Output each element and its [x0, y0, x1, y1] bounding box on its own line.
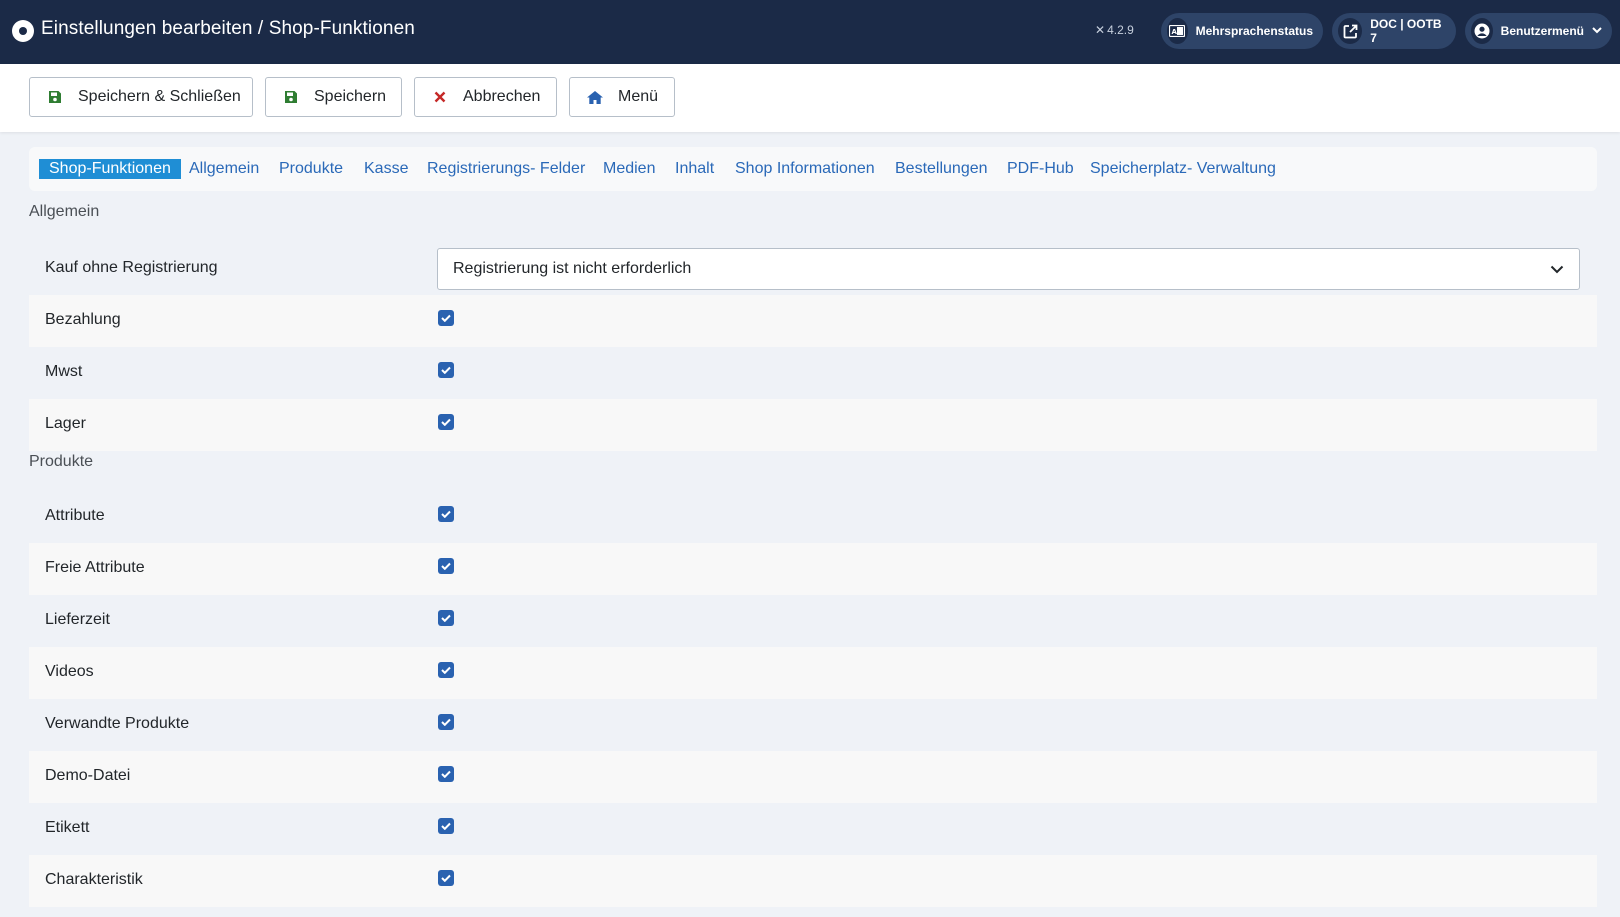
field-row: Lager [29, 399, 1597, 451]
chevron-down-icon [1592, 25, 1602, 37]
checkbox-checked[interactable] [438, 414, 454, 430]
field-label: Freie Attribute [45, 559, 145, 576]
section-title-products: Produkte [29, 453, 94, 470]
checkbox-checked[interactable] [438, 818, 454, 834]
doc-site-button[interactable]: DOC | OOTB 7 [1332, 13, 1456, 49]
field-label: Lieferzeit [45, 611, 110, 628]
save-icon [282, 90, 300, 104]
checkbox-checked[interactable] [438, 610, 454, 626]
tab-media[interactable]: Medien [603, 159, 655, 179]
user-menu-button[interactable]: Benutzermenü [1465, 13, 1612, 49]
joomla-icon: ✕ [1095, 23, 1106, 37]
chevron-down-icon [1535, 249, 1579, 289]
version-text: 4.2.9 [1107, 23, 1134, 37]
tab-storage-management[interactable]: Speicherplatz- Verwaltung [1090, 159, 1276, 179]
checkbox-checked[interactable] [438, 362, 454, 378]
purchase-without-registration-select[interactable]: Registrierung ist nicht erforderlich [437, 248, 1580, 290]
checkbox-checked[interactable] [438, 310, 454, 326]
multilanguage-status-button[interactable]: A Mehrsprachenstatus [1161, 13, 1323, 49]
field-label: Charakteristik [45, 871, 143, 888]
cancel-button[interactable]: Abbrechen [414, 77, 557, 117]
save-close-label: Speichern & Schließen [78, 88, 241, 105]
settings-tabs: Shop-Funktionen Allgemein Produkte Kasse… [29, 147, 1597, 191]
save-button[interactable]: Speichern [265, 77, 402, 117]
checkbox-checked[interactable] [438, 714, 454, 730]
section-title-general: Allgemein [29, 203, 100, 220]
doc-site-label: DOC | OOTB 7 [1370, 17, 1442, 45]
field-row: Verwandte Produkte [29, 699, 1597, 751]
tab-checkout[interactable]: Kasse [364, 159, 408, 179]
field-row: Freie Attribute [29, 543, 1597, 595]
tab-products[interactable]: Produkte [279, 159, 343, 179]
language-icon: A [1167, 18, 1188, 44]
toolbar: Speichern & Schließen Speichern Abbreche… [0, 64, 1620, 132]
home-icon [586, 90, 604, 105]
multilanguage-status-label: Mehrsprachenstatus [1195, 24, 1313, 38]
field-row: Attribute [29, 491, 1597, 543]
field-row: Charakteristik [29, 855, 1597, 907]
field-row: Lieferzeit [29, 595, 1597, 647]
close-icon [431, 91, 449, 103]
checkbox-checked[interactable] [438, 766, 454, 782]
field-label: Lager [45, 415, 86, 432]
field-label: Attribute [45, 507, 105, 524]
field-label: Demo-Datei [45, 767, 131, 784]
field-row: Bezahlung [29, 295, 1597, 347]
external-link-icon [1338, 18, 1363, 44]
field-label: Kauf ohne Registrierung [45, 259, 218, 276]
svg-text:A: A [1172, 28, 1178, 36]
field-label: Bezahlung [45, 311, 121, 328]
checkbox-checked[interactable] [438, 558, 454, 574]
menu-button[interactable]: Menü [569, 77, 675, 117]
tab-registration-fields[interactable]: Registrierungs- Felder [427, 159, 585, 179]
checkbox-checked[interactable] [438, 870, 454, 886]
field-row: Demo-Datei [29, 751, 1597, 803]
field-label: Mwst [45, 363, 83, 380]
tab-shop-info[interactable]: Shop Informationen [735, 159, 875, 179]
user-icon [1471, 18, 1493, 44]
cancel-label: Abbrechen [463, 88, 541, 105]
checkbox-checked[interactable] [438, 662, 454, 678]
tab-general[interactable]: Allgemein [189, 159, 259, 179]
field-label: Verwandte Produkte [45, 715, 190, 732]
tab-orders[interactable]: Bestellungen [895, 159, 988, 179]
tab-content[interactable]: Inhalt [675, 159, 714, 179]
select-value: Registrierung ist nicht erforderlich [453, 260, 692, 277]
page-title: Einstellungen bearbeiten / Shop-Funktion… [41, 18, 415, 39]
menu-label: Menü [618, 88, 659, 105]
save-label: Speichern [314, 88, 387, 105]
tab-shop-functions[interactable]: Shop-Funktionen [39, 159, 181, 179]
field-row: Mwst [29, 347, 1597, 399]
field-row: Etikett [29, 803, 1597, 855]
top-header: Einstellungen bearbeiten / Shop-Funktion… [0, 0, 1620, 64]
field-label: Etikett [45, 819, 90, 836]
version-info: ✕ 4.2.9 [1095, 23, 1134, 37]
checkbox-checked[interactable] [438, 506, 454, 522]
save-icon [46, 90, 64, 104]
save-close-button[interactable]: Speichern & Schließen [29, 77, 253, 117]
logo-icon[interactable] [12, 20, 34, 42]
field-label: Videos [45, 663, 94, 680]
field-row: Videos [29, 647, 1597, 699]
user-menu-label: Benutzermenü [1500, 24, 1584, 38]
tab-pdf-hub[interactable]: PDF-Hub [1007, 159, 1074, 179]
